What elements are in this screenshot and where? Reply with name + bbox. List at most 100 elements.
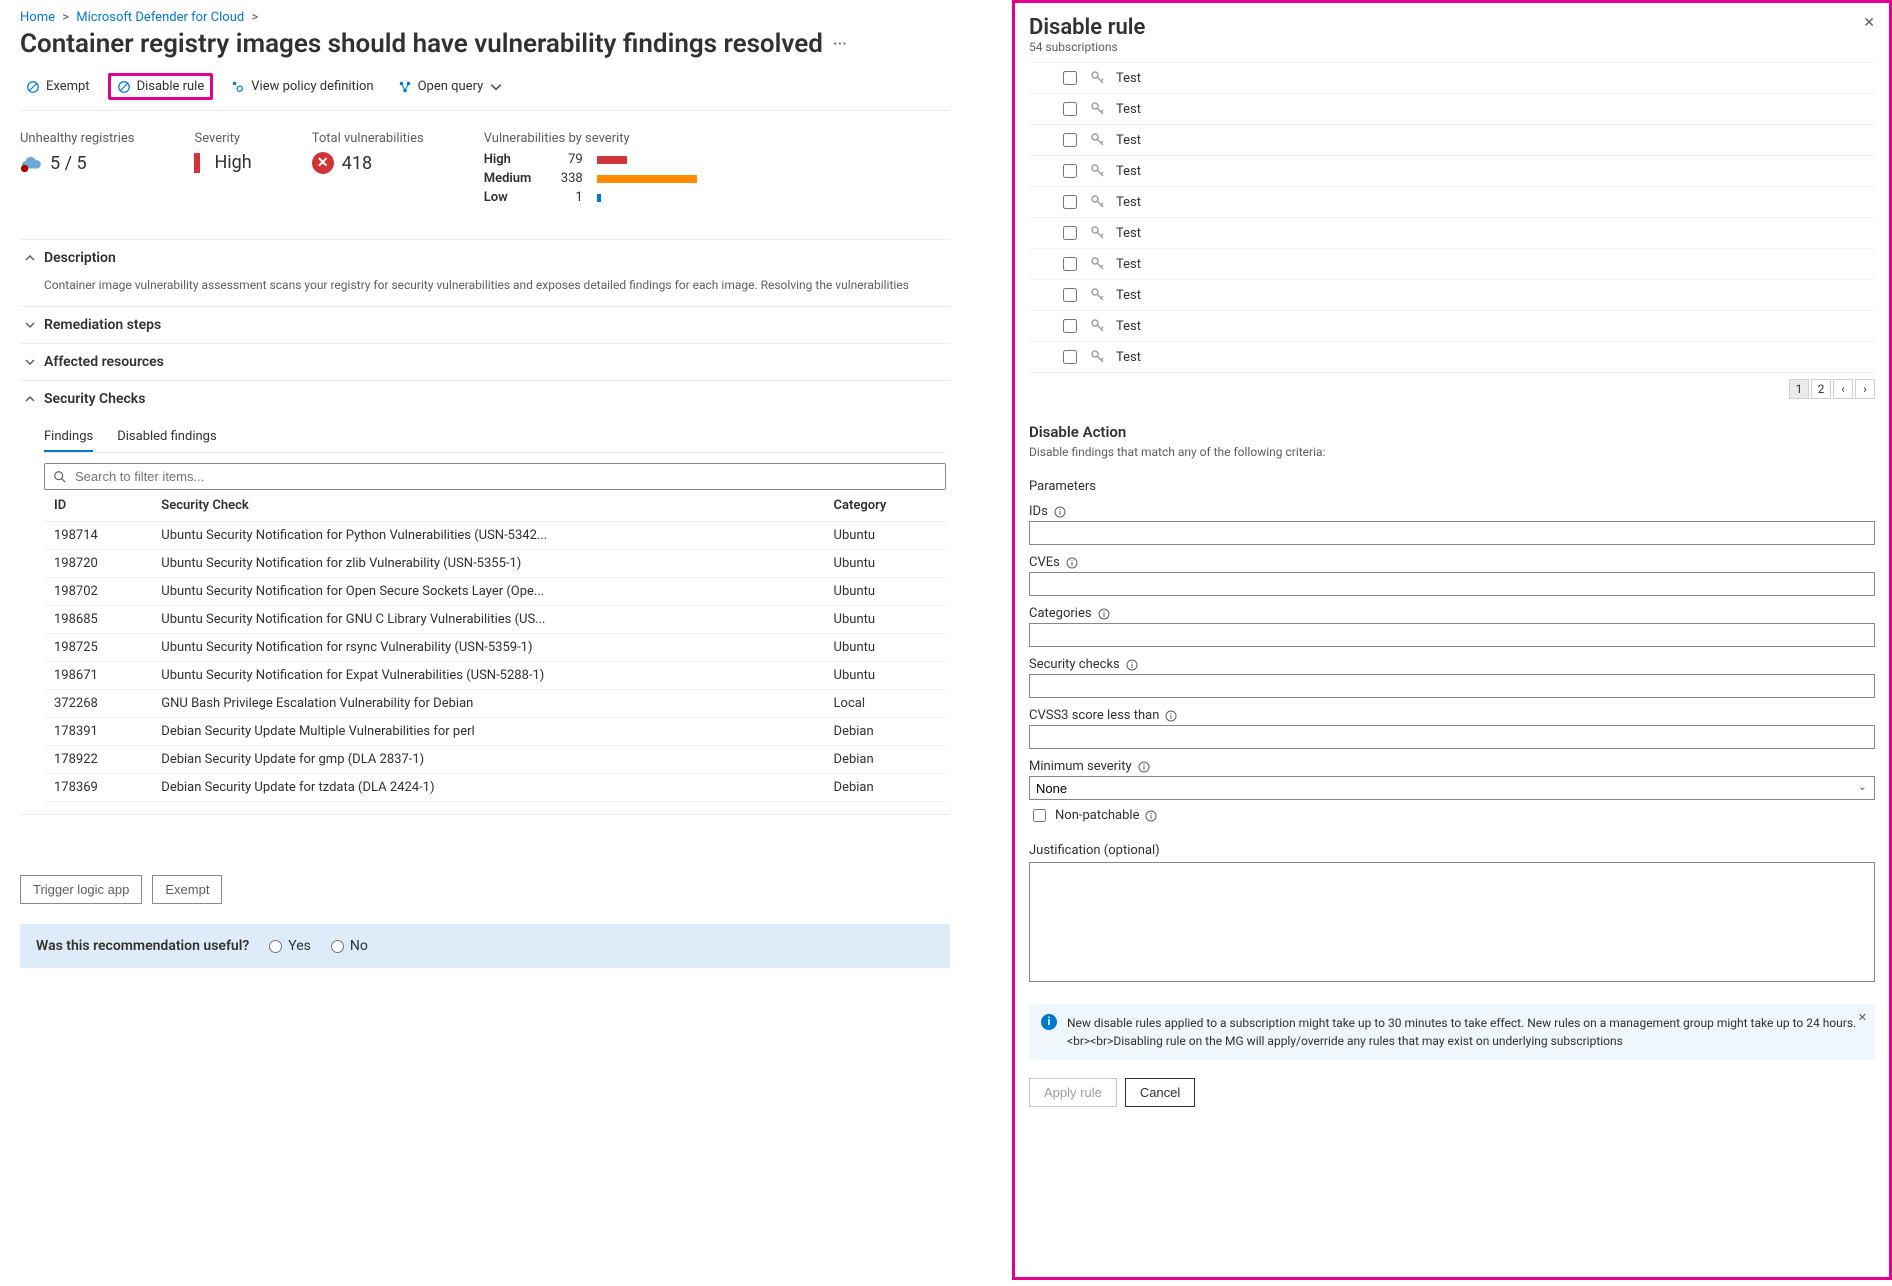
cell-check: Ubuntu Security Notification for Python … [151,522,823,550]
table-row[interactable]: 198702Ubuntu Security Notification for O… [44,578,946,606]
tab-findings[interactable]: Findings [44,423,93,452]
pager-1[interactable]: 1 [1789,379,1809,399]
subscription-checkbox[interactable] [1063,288,1077,302]
close-icon[interactable]: ✕ [1863,15,1875,31]
cancel-button[interactable]: Cancel [1125,1078,1195,1107]
justification-textarea[interactable] [1029,862,1875,982]
panel-subtitle: 54 subscriptions [1029,40,1145,54]
by-severity-card: Vulnerabilities by severity High 79 Medi… [484,131,697,209]
breadcrumb-sep-icon: > [251,10,258,25]
total-label: Total vulnerabilities [312,131,424,146]
table-row[interactable]: 178369Debian Security Update for tzdata … [44,774,946,802]
info-icon[interactable] [1145,810,1157,822]
subscription-row[interactable]: Test [1029,218,1875,249]
subscription-checkbox[interactable] [1063,133,1077,147]
disable-rule-panel: Disable rule 54 subscriptions ✕ TestTest… [1012,0,1892,1280]
subscription-checkbox[interactable] [1063,71,1077,85]
open-query-button[interactable]: Open query [392,76,510,97]
cell-check: Ubuntu Security Notification for zlib Vu… [151,550,823,578]
subscription-row[interactable]: Test [1029,156,1875,187]
open-query-label: Open query [418,79,484,94]
disable-rule-button[interactable]: Disable rule [108,73,214,100]
cell-category: Debian [824,746,946,774]
tab-disabled-findings[interactable]: Disabled findings [117,423,216,452]
table-row[interactable]: 372268GNU Bash Privilege Escalation Vuln… [44,690,946,718]
justification-label: Justification (optional) [1029,843,1875,858]
subscription-checkbox[interactable] [1063,226,1077,240]
exempt-button[interactable]: Exempt [20,76,96,97]
ids-input[interactable] [1029,521,1875,545]
toolbar: Exempt Disable rule View policy definiti… [20,73,950,111]
info-icon[interactable] [1138,761,1150,773]
minsev-select[interactable] [1029,776,1875,800]
subscription-row[interactable]: Test [1029,249,1875,280]
subscription-checkbox[interactable] [1063,102,1077,116]
cell-check: GNU Bash Privilege Escalation Vulnerabil… [151,690,823,718]
pager-2[interactable]: 2 [1811,379,1831,399]
info-icon[interactable] [1098,608,1110,620]
col-category[interactable]: Category [824,490,946,522]
cves-input[interactable] [1029,572,1875,596]
info-icon[interactable] [1066,557,1078,569]
info-icon[interactable] [1054,506,1066,518]
chevron-down-icon [24,356,36,368]
page-title: Container registry images should have vu… [20,29,823,59]
table-row[interactable]: 198714Ubuntu Security Notification for P… [44,522,946,550]
pager-next-icon[interactable]: › [1855,379,1875,399]
key-icon [1090,194,1106,210]
nonpatchable-checkbox[interactable] [1033,809,1046,822]
checks-accordion-toggle[interactable]: Security Checks [20,381,950,417]
disable-rule-label: Disable rule [137,79,205,94]
info-icon[interactable] [1126,659,1138,671]
categories-input[interactable] [1029,623,1875,647]
search-input[interactable] [73,468,937,485]
subscription-row[interactable]: Test [1029,94,1875,125]
desc-accordion-toggle[interactable]: Description [20,240,950,276]
affected-accordion-toggle[interactable]: Affected resources [20,344,950,380]
trigger-logic-app-button[interactable]: Trigger logic app [20,875,142,904]
table-row[interactable]: 198725Ubuntu Security Notification for r… [44,634,946,662]
dismiss-info-icon[interactable]: ✕ [1858,1010,1867,1027]
checks-head: Security Checks [44,391,145,407]
info-icon[interactable] [1165,710,1177,722]
subscription-row[interactable]: Test [1029,63,1875,94]
view-policy-button[interactable]: View policy definition [225,76,379,97]
subscription-row[interactable]: Test [1029,187,1875,218]
subscription-checkbox[interactable] [1063,195,1077,209]
subscription-row[interactable]: Test [1029,342,1875,373]
remediation-accordion-toggle[interactable]: Remediation steps [20,307,950,343]
pager-prev-icon[interactable]: ‹ [1833,379,1853,399]
subscription-row[interactable]: Test [1029,280,1875,311]
subscription-row[interactable]: Test [1029,311,1875,342]
col-check[interactable]: Security Check [151,490,823,522]
breadcrumb-defender[interactable]: Microsoft Defender for Cloud [76,10,244,25]
breadcrumb-home[interactable]: Home [20,10,55,25]
feedback-bar: Was this recommendation useful? Yes No [20,924,950,968]
subscription-checkbox[interactable] [1063,350,1077,364]
subscription-checkbox[interactable] [1063,319,1077,333]
table-row[interactable]: 198720Ubuntu Security Notification for z… [44,550,946,578]
unhealthy-label: Unhealthy registries [20,131,134,146]
table-row[interactable]: 198671Ubuntu Security Notification for E… [44,662,946,690]
table-row[interactable]: 178922Debian Security Update for gmp (DL… [44,746,946,774]
cell-category: Local [824,690,946,718]
feedback-yes[interactable]: Yes [269,938,311,954]
subscription-row[interactable]: Test [1029,125,1875,156]
cvss-input[interactable] [1029,725,1875,749]
subscription-checkbox[interactable] [1063,257,1077,271]
cell-id: 198685 [44,606,151,634]
search-icon [53,470,67,484]
apply-rule-button[interactable]: Apply rule [1029,1078,1117,1107]
table-row[interactable]: 178391Debian Security Update Multiple Vu… [44,718,946,746]
more-icon[interactable]: ··· [833,34,847,55]
col-id[interactable]: ID [44,490,151,522]
exempt-button-bottom[interactable]: Exempt [152,875,222,904]
cell-check: Debian Security Update for gmp (DLA 2837… [151,746,823,774]
feedback-no[interactable]: No [331,938,368,954]
subscription-checkbox[interactable] [1063,164,1077,178]
search-input-wrap[interactable] [44,463,946,490]
checks-input[interactable] [1029,674,1875,698]
key-icon [1090,225,1106,241]
table-row[interactable]: 198685Ubuntu Security Notification for G… [44,606,946,634]
cell-category: Ubuntu [824,522,946,550]
